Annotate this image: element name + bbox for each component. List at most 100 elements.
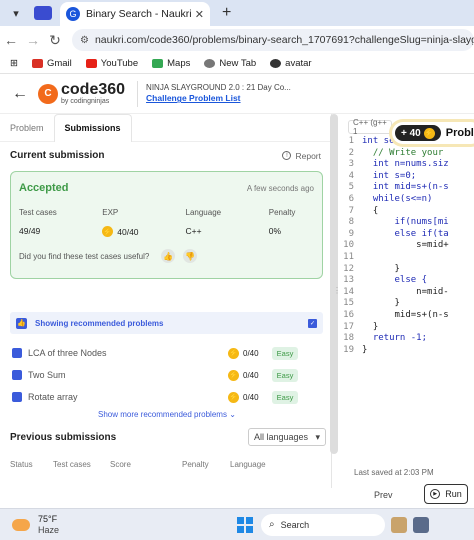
bookmark-gmail[interactable]: Gmail xyxy=(31,58,72,69)
bookmark-maps[interactable]: Maps xyxy=(152,58,190,69)
weather-widget[interactable]: 75°F Haze xyxy=(38,514,59,535)
list-item[interactable]: Rotate array ⚡ 0/40 Easy xyxy=(12,386,322,408)
accepted-card: Accepted A few seconds ago Test cases 49… xyxy=(10,171,323,279)
coin-icon: ⚡ xyxy=(228,369,239,381)
header-divider xyxy=(137,80,139,107)
coin-icon: ⚡ xyxy=(228,391,239,403)
problem-icon xyxy=(12,348,22,358)
xp-label: Proble xyxy=(445,127,474,139)
logo-sub-text: by codingninjas xyxy=(61,98,110,105)
back-icon[interactable]: ← xyxy=(0,32,22,48)
col-status: Status xyxy=(10,460,33,469)
show-more-recommended-link[interactable]: Show more recommended problems ⌄ xyxy=(98,410,236,419)
close-tab-icon[interactable]: ✕ xyxy=(195,8,204,21)
problem-icon xyxy=(12,370,22,380)
chevron-down-icon: ▾ xyxy=(315,431,320,442)
browser-tab-bar: ▾ G Binary Search - Naukri Code 360 ✕ + xyxy=(0,0,474,26)
difficulty-badge: Easy xyxy=(272,390,298,404)
coin-icon: ⚡ xyxy=(423,127,435,139)
maps-icon xyxy=(152,59,164,68)
current-submission-heading: Current submission xyxy=(10,150,105,161)
browser-tab[interactable]: G Binary Search - Naukri Code 360 ✕ xyxy=(60,2,210,26)
col-score: Score xyxy=(110,460,131,469)
logo-mark: C xyxy=(38,83,58,104)
tab-submissions[interactable]: Submissions xyxy=(53,113,132,142)
xp-pill: + 40 ⚡ xyxy=(395,125,441,141)
bookmark-new-tab[interactable]: New Tab xyxy=(204,58,256,69)
play-icon: ▶ xyxy=(430,489,441,499)
prev-button[interactable]: Prev xyxy=(374,490,393,500)
col-penalty: Penalty xyxy=(182,460,209,469)
globe-icon xyxy=(204,59,216,68)
new-tab-icon[interactable]: + xyxy=(222,4,231,22)
windows-start-icon[interactable] xyxy=(237,516,254,533)
code-editor[interactable]: 1int search(vector<int 2 // Write your 3… xyxy=(340,136,474,356)
stat-penalty: Penalty 0% xyxy=(268,208,296,236)
stat-test-cases: Test cases 49/49 xyxy=(19,208,57,236)
url-text: naukri.com/code360/problems/binary-searc… xyxy=(94,34,474,46)
workspace-icon[interactable] xyxy=(34,6,52,20)
site-favicon-icon: G xyxy=(66,7,80,21)
code-editor-panel: ⋮ C++ (g++ 1 1int search(vector<int 2 //… xyxy=(333,114,474,488)
chevron-down-icon: ⌄ xyxy=(229,410,236,419)
thumbs-up-icon[interactable]: 👍 xyxy=(161,249,176,263)
bookmark-avatar[interactable]: avatar xyxy=(270,58,312,69)
info-icon: ! xyxy=(282,151,292,160)
os-taskbar: 75°F Haze ⌕ Search xyxy=(0,508,474,540)
last-saved-status: Last saved at 2:03 PM xyxy=(354,468,434,477)
thumbs-down-icon[interactable]: 👎 xyxy=(183,249,198,263)
col-test-cases: Test cases xyxy=(53,460,91,469)
bookmarks-bar: ⊞ Gmail YouTube Maps New Tab avatar xyxy=(0,54,474,74)
list-item[interactable]: LCA of three Nodes ⚡ 0/40 Easy xyxy=(12,342,322,364)
bookmark-youtube[interactable]: YouTube xyxy=(85,58,138,69)
code360-logo[interactable]: C code360 by codingninjas xyxy=(38,82,125,105)
problem-icon xyxy=(12,392,22,402)
taskbar-app-icon[interactable] xyxy=(413,516,430,533)
logo-main-text: code360 xyxy=(61,81,126,98)
github-icon xyxy=(270,59,282,68)
address-bar-row: ← → ↻ ⚙ naukri.com/code360/problems/bina… xyxy=(0,26,474,54)
search-icon: ⌕ xyxy=(269,519,275,530)
stat-exp: EXP ⚡ 40/40 xyxy=(102,208,139,237)
col-language: Language xyxy=(230,460,266,469)
submissions-table-header: Status Test cases Score Penalty Language xyxy=(10,460,266,469)
status-badge: Accepted xyxy=(19,182,69,194)
submission-time: A few seconds ago xyxy=(246,183,314,193)
site-info-icon[interactable]: ⚙ xyxy=(80,35,89,46)
language-selector[interactable]: C++ (g++ 1 xyxy=(348,118,392,136)
difficulty-badge: Easy xyxy=(272,346,298,360)
recommended-list: LCA of three Nodes ⚡ 0/40 Easy Two Sum ⚡ 0… xyxy=(12,342,322,408)
tab-title: Binary Search - Naukri Code 360 xyxy=(86,8,191,20)
apps-icon[interactable]: ⊞ xyxy=(10,58,18,69)
tab-problem[interactable]: Problem xyxy=(0,114,54,142)
taskbar-app-icon[interactable] xyxy=(391,516,408,533)
recommended-problems-toggle[interactable]: 👍 Showing recommended problems ✓ xyxy=(10,312,323,334)
forward-icon[interactable]: → xyxy=(22,32,44,48)
checkbox-checked-icon[interactable]: ✓ xyxy=(308,318,317,328)
gmail-icon xyxy=(31,59,43,68)
weather-haze-icon[interactable] xyxy=(12,518,30,531)
xp-earned-badge: + 40⚡ Proble xyxy=(392,122,474,144)
youtube-icon xyxy=(85,59,97,68)
list-item[interactable]: Two Sum ⚡ 0/40 Easy xyxy=(12,364,322,386)
taskbar-search[interactable]: ⌕ Search xyxy=(261,513,386,536)
reload-icon[interactable]: ↻ xyxy=(44,32,66,49)
tab-search-icon[interactable]: ▾ xyxy=(8,5,24,21)
previous-submissions-heading: Previous submissions xyxy=(10,431,117,443)
run-button[interactable]: ▶ Run xyxy=(424,484,468,504)
coin-icon: ⚡ xyxy=(228,347,239,359)
problem-tabs: Problem Submissions xyxy=(0,113,331,142)
thumbs-up-rec-icon: 👍 xyxy=(16,317,27,329)
challenge-problem-list-link[interactable]: Challenge Problem List xyxy=(146,93,291,104)
submissions-panel: Problem Submissions Current submission !… xyxy=(0,113,332,488)
difficulty-badge: Easy xyxy=(272,368,298,382)
back-arrow-icon[interactable]: ← xyxy=(12,85,32,103)
stat-language: Language C++ xyxy=(185,208,222,236)
language-filter-select[interactable]: All languages ▾ xyxy=(248,428,326,446)
site-header: ← C code360 by codingninjas NINJA SLAYGR… xyxy=(0,74,474,114)
url-field[interactable]: ⚙ naukri.com/code360/problems/binary-sea… xyxy=(72,29,474,51)
action-row: Prev ▶ Run xyxy=(0,484,474,508)
report-button[interactable]: ! Report xyxy=(282,151,321,161)
feedback-question: Did you find these test cases useful? xyxy=(19,251,150,261)
coin-icon: ⚡ xyxy=(102,226,114,237)
